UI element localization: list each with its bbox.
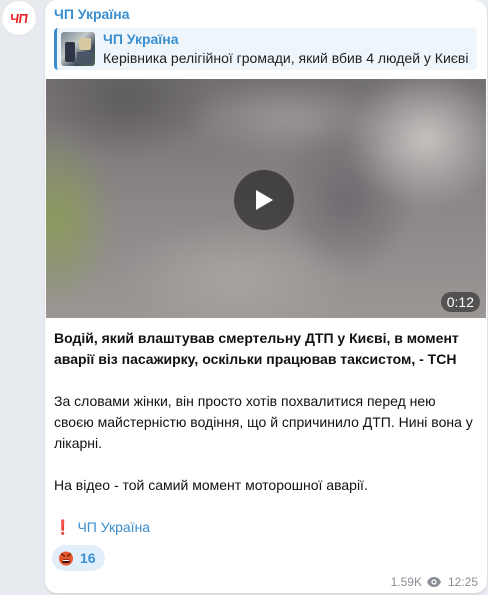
video-player[interactable]: 0:12 [46, 79, 486, 318]
post-paragraph-1: За словами жінки, він просто хотів похва… [54, 393, 473, 451]
message-time: 12:25 [447, 575, 478, 589]
message-meta: 1.59K 12:25 [391, 575, 478, 589]
reply-text: Керівника релігійної громади, який вбив … [103, 50, 469, 66]
message-bubble: ЧП Україна ЧП Україна Керівника релігійн… [45, 0, 487, 593]
post-signature-line: ❗ ЧП Україна [54, 517, 479, 538]
post-headline: Водій, який влаштував смертельну ДТП у К… [54, 330, 459, 367]
angry-face-icon [59, 551, 73, 566]
reply-preview[interactable]: ЧП Україна Керівника релігійної громади,… [54, 28, 477, 70]
reply-title: ЧП Україна [103, 31, 179, 47]
message-text: Водій, який влаштував смертельну ДТП у К… [54, 328, 479, 538]
sender-name[interactable]: ЧП Україна [54, 6, 130, 22]
avatar-logo-text: ЧП [9, 10, 29, 26]
signature-link[interactable]: ЧП Україна [77, 519, 150, 535]
play-icon [256, 190, 273, 210]
video-duration: 0:12 [440, 292, 480, 312]
reaction-count: 16 [80, 550, 96, 566]
eye-icon [426, 576, 442, 588]
play-button[interactable] [234, 170, 294, 230]
channel-avatar[interactable]: ЧП [1, 0, 37, 36]
ukraine-flag-icon [154, 522, 170, 533]
exclamation-icon: ❗ [54, 519, 72, 535]
reaction-chip[interactable]: 16 [52, 545, 105, 571]
post-paragraph-2: На відео - той самий момент моторошної а… [54, 477, 368, 493]
view-count: 1.59K [390, 575, 422, 589]
reply-thumbnail [61, 32, 95, 66]
